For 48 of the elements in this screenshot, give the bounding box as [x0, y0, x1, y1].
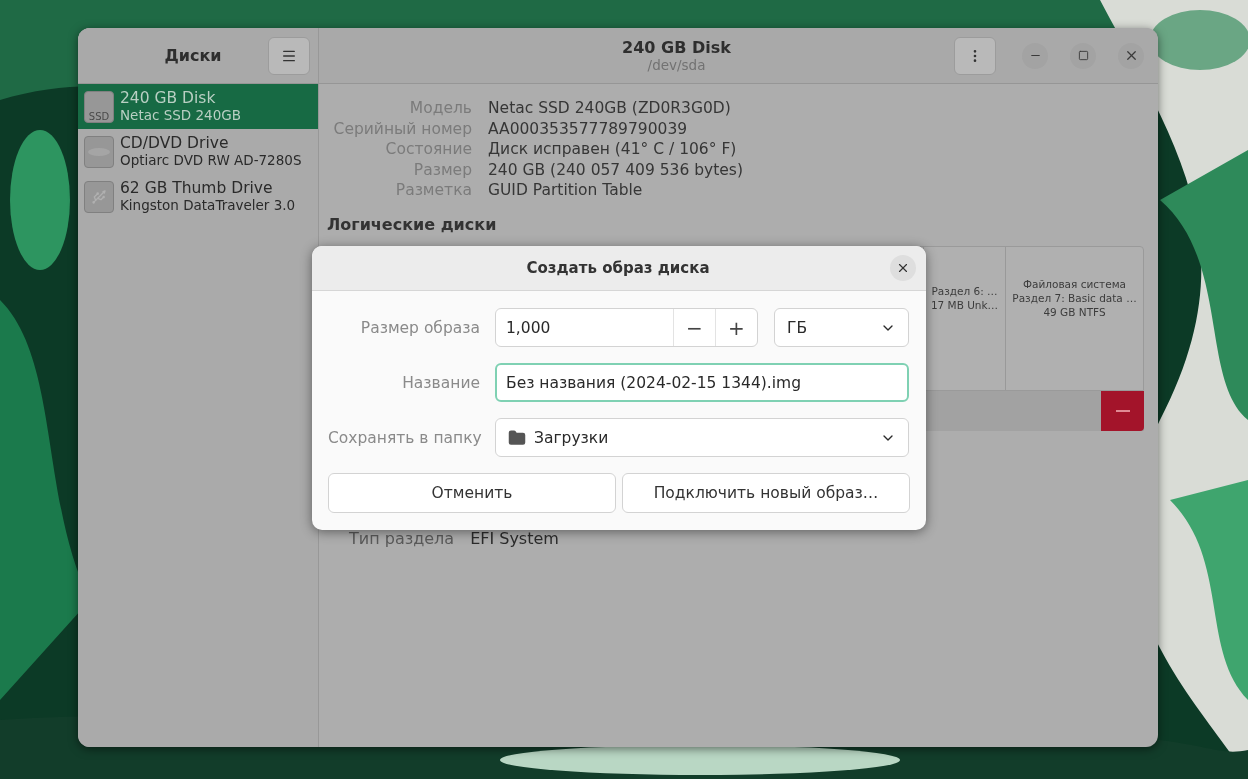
- field-label: Название: [401, 373, 480, 392]
- folder-icon: [508, 428, 526, 447]
- partition-segment[interactable]: Файловая система Раздел 7: Basic data … 49 GB NTFS: [1005, 246, 1143, 390]
- partition-text: Раздел 7: Basic data …: [1012, 291, 1137, 305]
- window-title: 240 GB Disk: [622, 38, 731, 57]
- disk-name: 240 GB Disk: [120, 89, 217, 107]
- optical-drive-icon: [84, 135, 114, 168]
- detail-value: GUID Partition Table: [488, 180, 644, 201]
- detail-label: Тип раздела: [349, 528, 455, 548]
- field-label: Размер образа: [359, 318, 480, 337]
- close-icon: [896, 261, 910, 275]
- disk-model: Optiarc DVD RW AD-7280S: [120, 151, 302, 169]
- disk-model: Netac SSD 240GB: [120, 106, 241, 124]
- name-input-field[interactable]: Без названия (2024-02-15 1344).img: [495, 363, 909, 402]
- decrement-button[interactable]: −: [673, 309, 715, 346]
- menu-button[interactable]: [268, 36, 310, 75]
- dialog-title: Создать образ диска: [525, 259, 711, 277]
- partition-text: Раздел 6: …: [931, 284, 998, 298]
- disk-model: Kingston DataTraveler 3.0: [120, 196, 296, 214]
- maximize-icon: [1077, 50, 1089, 61]
- attach-image-button[interactable]: Подключить новый образ…: [622, 473, 910, 513]
- partition-text: Файловая система: [1023, 277, 1126, 291]
- size-spin-field[interactable]: 1,000 − +: [495, 308, 758, 347]
- detail-value: AA000353577789790039: [488, 118, 689, 139]
- disk-list-item[interactable]: CD/DVD Drive Optiarc DVD RW AD-7280S: [78, 129, 318, 174]
- ssd-icon: SSD: [84, 90, 114, 123]
- disk-name: CD/DVD Drive: [120, 134, 230, 152]
- disk-list-item[interactable]: 62 GB Thumb Drive Kingston DataTraveler 3.0: [78, 174, 318, 219]
- detail-value: Диск исправен (41° C / 106° F): [488, 139, 738, 160]
- minus-icon: [1115, 409, 1130, 412]
- close-button[interactable]: [890, 255, 916, 281]
- folder-dropdown[interactable]: Загрузки: [495, 418, 909, 457]
- detail-value: Netac SSD 240GB (ZD0R3G0D): [488, 98, 732, 119]
- usb-icon: [84, 180, 114, 213]
- detail-value: EFI System: [470, 528, 559, 548]
- detail-value: 240 GB (240 057 409 536 bytes): [488, 159, 744, 180]
- field-label: Сохранять в папку: [328, 428, 480, 447]
- maximize-button[interactable]: [1070, 42, 1096, 69]
- partition-text: 49 GB NTFS: [1043, 305, 1106, 319]
- disk-list-item[interactable]: SSD 240 GB Disk Netac SSD 240GB: [78, 84, 318, 129]
- disk-name: 62 GB Thumb Drive: [120, 179, 274, 197]
- sidebar-title: Диски: [163, 46, 223, 65]
- partition-text: 17 MB Unk…: [930, 298, 999, 312]
- delete-partition-button[interactable]: [1101, 390, 1144, 431]
- increment-button[interactable]: +: [715, 309, 757, 346]
- cancel-button[interactable]: Отменить: [328, 473, 616, 513]
- unit-dropdown[interactable]: ГБ: [774, 308, 909, 347]
- section-title: Логические диски: [326, 213, 498, 234]
